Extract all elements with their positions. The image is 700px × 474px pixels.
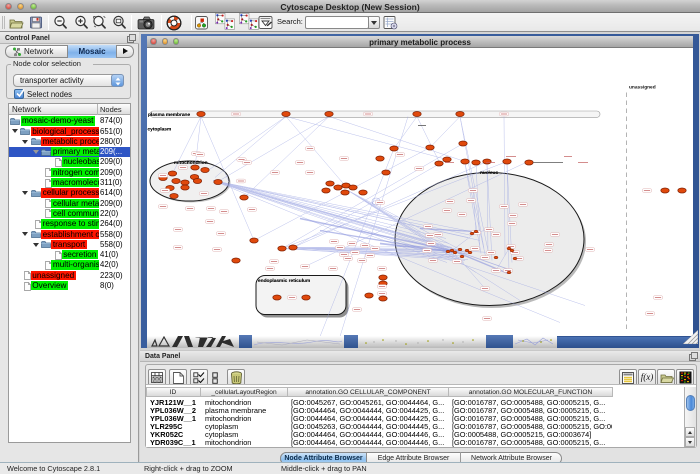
svg-text:cytoplasm: cytoplasm [148, 126, 172, 132]
svg-text:unassigned: unassigned [629, 84, 656, 90]
svg-text:mitochondrion: mitochondrion [174, 160, 208, 166]
svg-text:plasma membrane: plasma membrane [148, 112, 190, 118]
svg-text:endoplasmic reticulum: endoplasmic reticulum [258, 278, 310, 284]
svg-text:nucleus: nucleus [480, 170, 498, 176]
